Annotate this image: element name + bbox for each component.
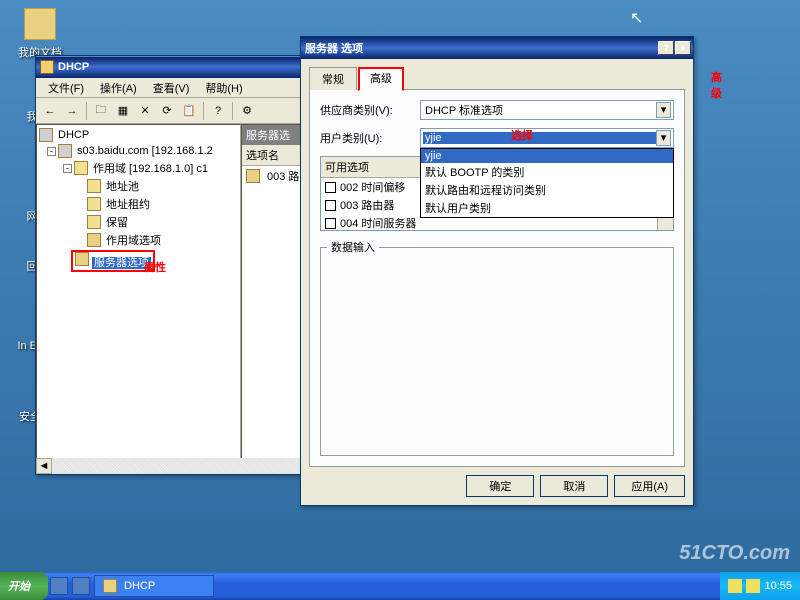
taskbar-item-dhcp[interactable]: DHCP: [94, 575, 214, 597]
option-icon: [246, 169, 260, 183]
dropdown-item-bootp[interactable]: 默认 BOOTP 的类别: [421, 163, 673, 181]
menu-action[interactable]: 操作(A): [92, 78, 145, 98]
tab-content: 供应商类别(V): DHCP 标准选项 ▾ 用户类别(U): yjie ▾ yj…: [309, 89, 685, 467]
dropdown-item-yjie[interactable]: yjie: [421, 149, 673, 163]
user-class-label: 用户类别(U):: [320, 130, 420, 146]
tree-root[interactable]: DHCP: [56, 129, 91, 141]
help-button[interactable]: ?: [208, 101, 228, 121]
tree-scope[interactable]: 作用域 [192.168.1.0] c1: [91, 160, 210, 176]
quicklaunch-desktop-icon[interactable]: [72, 577, 90, 595]
tree-reserve[interactable]: 保留: [104, 214, 130, 230]
checkbox-002[interactable]: [325, 182, 336, 193]
taskbar: 开始 DHCP 10:55: [0, 572, 800, 600]
annotation-property: 属性: [144, 259, 166, 275]
reserve-icon: [87, 215, 101, 229]
dialog-close-button[interactable]: ×: [675, 41, 691, 55]
dialog-titlebar[interactable]: 服务器 选项 ? ×: [301, 37, 693, 59]
watermark: 51CTO.com: [679, 542, 790, 565]
delete-button[interactable]: ✕: [135, 101, 155, 121]
tab-advanced[interactable]: 高级: [358, 67, 404, 91]
properties-button[interactable]: ▦: [113, 101, 133, 121]
dhcp-app-icon: [40, 60, 54, 74]
dhcp-root-icon: [39, 128, 53, 142]
server-icon: [58, 144, 72, 158]
menu-file[interactable]: 文件(F): [40, 78, 92, 98]
scroll-left-button[interactable]: ◄: [36, 458, 52, 474]
menu-help[interactable]: 帮助(H): [197, 78, 250, 98]
server-options-dialog: 服务器 选项 ? × 常规 高级 高级 供应商类别(V): DHCP 标准选项 …: [300, 36, 694, 506]
chevron-down-icon[interactable]: ▾: [656, 130, 671, 146]
tab-general[interactable]: 常规: [309, 67, 357, 90]
cursor-icon: ↖: [630, 8, 643, 28]
tray-shield-icon[interactable]: [728, 579, 742, 593]
back-button[interactable]: ←: [40, 101, 60, 121]
tree-server[interactable]: s03.baidu.com [192.168.1.2: [75, 145, 215, 157]
pool-icon: [87, 179, 101, 193]
checkbox-003[interactable]: [325, 200, 336, 211]
tree-server-opts[interactable]: 服务器选项: [92, 257, 151, 269]
ok-button[interactable]: 确定: [466, 475, 534, 497]
tree-scope-opts[interactable]: 作用域选项: [104, 232, 163, 248]
extra-button[interactable]: ⚙: [237, 101, 257, 121]
user-class-combo[interactable]: yjie ▾ yjie 默认 BOOTP 的类别 默认路由和远程访问类别 默认用…: [420, 128, 674, 148]
forward-button[interactable]: →: [62, 101, 82, 121]
system-tray[interactable]: 10:55: [720, 572, 800, 600]
tree-toggle-server[interactable]: -: [47, 147, 56, 156]
apply-button[interactable]: 应用(A): [614, 475, 685, 497]
dropdown-item-default[interactable]: 默认用户类别: [421, 199, 673, 217]
dialog-tabs: 常规 高级 高级: [309, 67, 685, 90]
scope-opts-icon: [87, 233, 101, 247]
chevron-down-icon[interactable]: ▾: [656, 102, 671, 118]
cancel-button[interactable]: 取消: [540, 475, 608, 497]
tray-clock[interactable]: 10:55: [764, 580, 792, 592]
annotation-select: 选择: [511, 127, 533, 143]
refresh-button[interactable]: ⟳: [157, 101, 177, 121]
server-opts-icon: [75, 252, 89, 266]
tree-panel[interactable]: DHCP -s03.baidu.com [192.168.1.2 -作用域 [1…: [36, 124, 241, 474]
quicklaunch-ie-icon[interactable]: [50, 577, 68, 595]
scope-icon: [74, 161, 88, 175]
desktop-icon-mydocs[interactable]: 我的文档: [10, 8, 70, 60]
menu-view[interactable]: 查看(V): [145, 78, 198, 98]
tray-network-icon[interactable]: [746, 579, 760, 593]
up-button[interactable]: 🗀: [91, 101, 111, 121]
tree-pool[interactable]: 地址池: [104, 178, 141, 194]
user-class-dropdown: yjie 默认 BOOTP 的类别 默认路由和远程访问类别 默认用户类别: [420, 148, 674, 218]
vendor-class-label: 供应商类别(V):: [320, 102, 420, 118]
export-button[interactable]: 📋: [179, 101, 199, 121]
dialog-title: 服务器 选项: [305, 40, 658, 56]
vendor-class-combo[interactable]: DHCP 标准选项 ▾: [420, 100, 674, 120]
tree-lease[interactable]: 地址租约: [104, 196, 152, 212]
lease-icon: [87, 197, 101, 211]
data-entry-group: 数据输入: [320, 239, 674, 456]
data-entry-label: 数据输入: [327, 239, 379, 255]
dropdown-item-rras[interactable]: 默认路由和远程访问类别: [421, 181, 673, 199]
task-dhcp-icon: [103, 579, 117, 593]
annotation-advanced: 高级: [711, 69, 722, 101]
start-button[interactable]: 开始: [0, 572, 48, 600]
checkbox-004[interactable]: [325, 218, 336, 229]
dialog-help-button[interactable]: ?: [658, 41, 674, 55]
tree-toggle-scope[interactable]: -: [63, 164, 72, 173]
